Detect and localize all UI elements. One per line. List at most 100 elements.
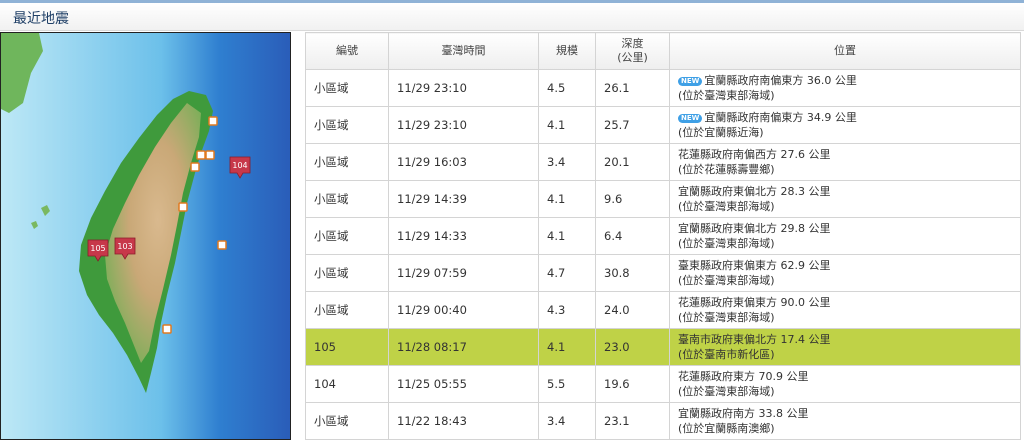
location-region: (位於花蓮縣壽豐鄉) — [678, 163, 775, 176]
cell-location[interactable]: NEW 宜蘭縣政府南偏東方 34.9 公里 (位於宜蘭縣近海) — [669, 106, 1021, 144]
col-header-magnitude[interactable]: 規模 — [538, 32, 596, 70]
location-line-1: 宜蘭縣政府南方 33.8 公里 — [678, 406, 1020, 421]
table-row[interactable]: 小區域 11/29 00:40 4.3 24.0 花蓮縣政府東偏東方 90.0 公里 (位… — [305, 291, 1021, 329]
earthquake-table: 編號 臺灣時間 規模 深度 (公里) 位置 小區域 11/29 23:10 4.5 2… — [305, 32, 1021, 440]
cell-location[interactable]: 臺南市政府東偏北方 17.4 公里 (位於臺南市新化區) — [669, 328, 1021, 366]
cell-time: 11/29 23:10 — [388, 69, 539, 107]
location-line-1: 花蓮縣政府東方 70.9 公里 — [678, 369, 1020, 384]
table-row[interactable]: 小區域 11/29 14:39 4.1 9.6 宜蘭縣政府東偏北方 28.3 公里 (位於… — [305, 180, 1021, 218]
cell-location[interactable]: 花蓮縣政府南偏西方 27.6 公里 (位於花蓮縣壽豐鄉) — [669, 143, 1021, 181]
quake-dot[interactable] — [190, 162, 200, 172]
table-row[interactable]: 小區域 11/29 16:03 3.4 20.1 花蓮縣政府南偏西方 27.6 公里 (位… — [305, 143, 1021, 181]
cell-depth: 19.6 — [595, 365, 670, 403]
col-header-id[interactable]: 編號 — [305, 32, 389, 70]
panel-header: 最近地震 — [0, 3, 1024, 31]
earthquake-map[interactable]: 104 105 103 — [0, 32, 291, 440]
quake-dot[interactable] — [208, 116, 218, 126]
quake-dot[interactable] — [196, 150, 206, 160]
cell-magnitude: 4.1 — [538, 217, 596, 255]
cell-depth: 9.6 — [595, 180, 670, 218]
col-header-time[interactable]: 臺灣時間 — [388, 32, 539, 70]
table-row[interactable]: 小區域 11/29 23:10 4.1 25.7 NEW 宜蘭縣政府南偏東方 34.9 公… — [305, 106, 1021, 144]
cell-depth: 25.7 — [595, 106, 670, 144]
new-badge: NEW — [678, 114, 703, 123]
cell-time: 11/25 05:55 — [388, 365, 539, 403]
cell-location[interactable]: 宜蘭縣政府東偏北方 28.3 公里 (位於臺灣東部海域) — [669, 180, 1021, 218]
cell-id: 小區域 — [305, 254, 389, 292]
cell-magnitude: 4.5 — [538, 69, 596, 107]
location-text: 宜蘭縣政府南偏東方 34.9 公里 — [704, 111, 857, 124]
cell-time: 11/29 16:03 — [388, 143, 539, 181]
col-header-location[interactable]: 位置 — [669, 32, 1021, 70]
cell-location[interactable]: NEW 宜蘭縣政府南偏東方 36.0 公里 (位於臺灣東部海域) — [669, 69, 1021, 107]
location-line-1: 花蓮縣政府南偏西方 27.6 公里 — [678, 147, 1020, 162]
cell-magnitude: 4.7 — [538, 254, 596, 292]
cell-magnitude: 4.1 — [538, 180, 596, 218]
table-row[interactable]: 小區域 11/29 23:10 4.5 26.1 NEW 宜蘭縣政府南偏東方 36.0 公… — [305, 69, 1021, 107]
quake-dot[interactable] — [162, 324, 172, 334]
cell-location[interactable]: 臺東縣政府東偏東方 62.9 公里 (位於臺灣東部海域) — [669, 254, 1021, 292]
cell-id: 小區域 — [305, 291, 389, 329]
location-region: (位於臺灣東部海域) — [678, 274, 775, 287]
location-text: 花蓮縣政府東方 70.9 公里 — [678, 370, 809, 383]
cell-location[interactable]: 宜蘭縣政府東偏北方 29.8 公里 (位於臺灣東部海域) — [669, 217, 1021, 255]
cell-magnitude: 3.4 — [538, 402, 596, 440]
location-line-1: 花蓮縣政府東偏東方 90.0 公里 — [678, 295, 1020, 310]
location-line-1: 宜蘭縣政府東偏北方 28.3 公里 — [678, 184, 1020, 199]
cell-id: 小區域 — [305, 106, 389, 144]
cell-magnitude: 3.4 — [538, 143, 596, 181]
marker-label: 105 — [90, 244, 105, 253]
cell-time: 11/28 08:17 — [388, 328, 539, 366]
cell-location[interactable]: 花蓮縣政府東偏東方 90.0 公里 (位於臺灣東部海域) — [669, 291, 1021, 329]
cell-time: 11/29 00:40 — [388, 291, 539, 329]
cell-depth: 23.1 — [595, 402, 670, 440]
quake-dot[interactable] — [217, 240, 227, 250]
table-row[interactable]: 小區域 11/29 07:59 4.7 30.8 臺東縣政府東偏東方 62.9 公里 (位… — [305, 254, 1021, 292]
cell-magnitude: 4.1 — [538, 328, 596, 366]
cell-depth: 23.0 — [595, 328, 670, 366]
table-row[interactable]: 105 11/28 08:17 4.1 23.0 臺南市政府東偏北方 17.4 公里 (位… — [305, 328, 1021, 366]
location-text: 臺東縣政府東偏東方 62.9 公里 — [678, 259, 831, 272]
table-row[interactable]: 小區域 11/22 18:43 3.4 23.1 宜蘭縣政府南方 33.8 公里 (位於宜… — [305, 402, 1021, 440]
cell-id: 小區域 — [305, 402, 389, 440]
cell-id: 104 — [305, 365, 389, 403]
location-region: (位於臺灣東部海域) — [678, 385, 775, 398]
col-header-depth[interactable]: 深度 (公里) — [595, 32, 670, 70]
location-text: 宜蘭縣政府東偏北方 28.3 公里 — [678, 185, 831, 198]
location-text: 花蓮縣政府南偏西方 27.6 公里 — [678, 148, 831, 161]
cell-depth: 30.8 — [595, 254, 670, 292]
location-region: (位於臺南市新化區) — [678, 348, 775, 361]
table-header-row: 編號 臺灣時間 規模 深度 (公里) 位置 — [305, 32, 1021, 70]
cell-time: 11/29 14:33 — [388, 217, 539, 255]
cell-id: 105 — [305, 328, 389, 366]
cell-id: 小區域 — [305, 143, 389, 181]
cell-magnitude: 4.3 — [538, 291, 596, 329]
location-line-1: 宜蘭縣政府東偏北方 29.8 公里 — [678, 221, 1020, 236]
cell-location[interactable]: 花蓮縣政府東方 70.9 公里 (位於臺灣東部海域) — [669, 365, 1021, 403]
cell-id: 小區域 — [305, 180, 389, 218]
quake-dot[interactable] — [205, 150, 215, 160]
cell-depth: 6.4 — [595, 217, 670, 255]
location-text: 宜蘭縣政府南方 33.8 公里 — [678, 407, 809, 420]
location-region: (位於臺灣東部海域) — [678, 89, 775, 102]
table-row[interactable]: 小區域 11/29 14:33 4.1 6.4 宜蘭縣政府東偏北方 29.8 公里 (位於… — [305, 217, 1021, 255]
quake-dot[interactable] — [178, 202, 188, 212]
location-line-1: 臺東縣政府東偏東方 62.9 公里 — [678, 258, 1020, 273]
cell-depth: 24.0 — [595, 291, 670, 329]
cell-location[interactable]: 宜蘭縣政府南方 33.8 公里 (位於宜蘭縣南澳鄉) — [669, 402, 1021, 440]
location-region: (位於臺灣東部海域) — [678, 200, 775, 213]
cell-depth: 20.1 — [595, 143, 670, 181]
location-line-1: NEW 宜蘭縣政府南偏東方 36.0 公里 — [678, 73, 1020, 88]
location-line-1: 臺南市政府東偏北方 17.4 公里 — [678, 332, 1020, 347]
cell-time: 11/29 07:59 — [388, 254, 539, 292]
cell-id: 小區域 — [305, 69, 389, 107]
new-badge: NEW — [678, 77, 703, 86]
cell-magnitude: 5.5 — [538, 365, 596, 403]
table-row[interactable]: 104 11/25 05:55 5.5 19.6 花蓮縣政府東方 70.9 公里 (位於臺… — [305, 365, 1021, 403]
cell-magnitude: 4.1 — [538, 106, 596, 144]
location-text: 宜蘭縣政府東偏北方 29.8 公里 — [678, 222, 831, 235]
location-line-1: NEW 宜蘭縣政府南偏東方 34.9 公里 — [678, 110, 1020, 125]
cell-time: 11/29 23:10 — [388, 106, 539, 144]
location-region: (位於宜蘭縣近海) — [678, 126, 764, 139]
location-region: (位於臺灣東部海域) — [678, 311, 775, 324]
